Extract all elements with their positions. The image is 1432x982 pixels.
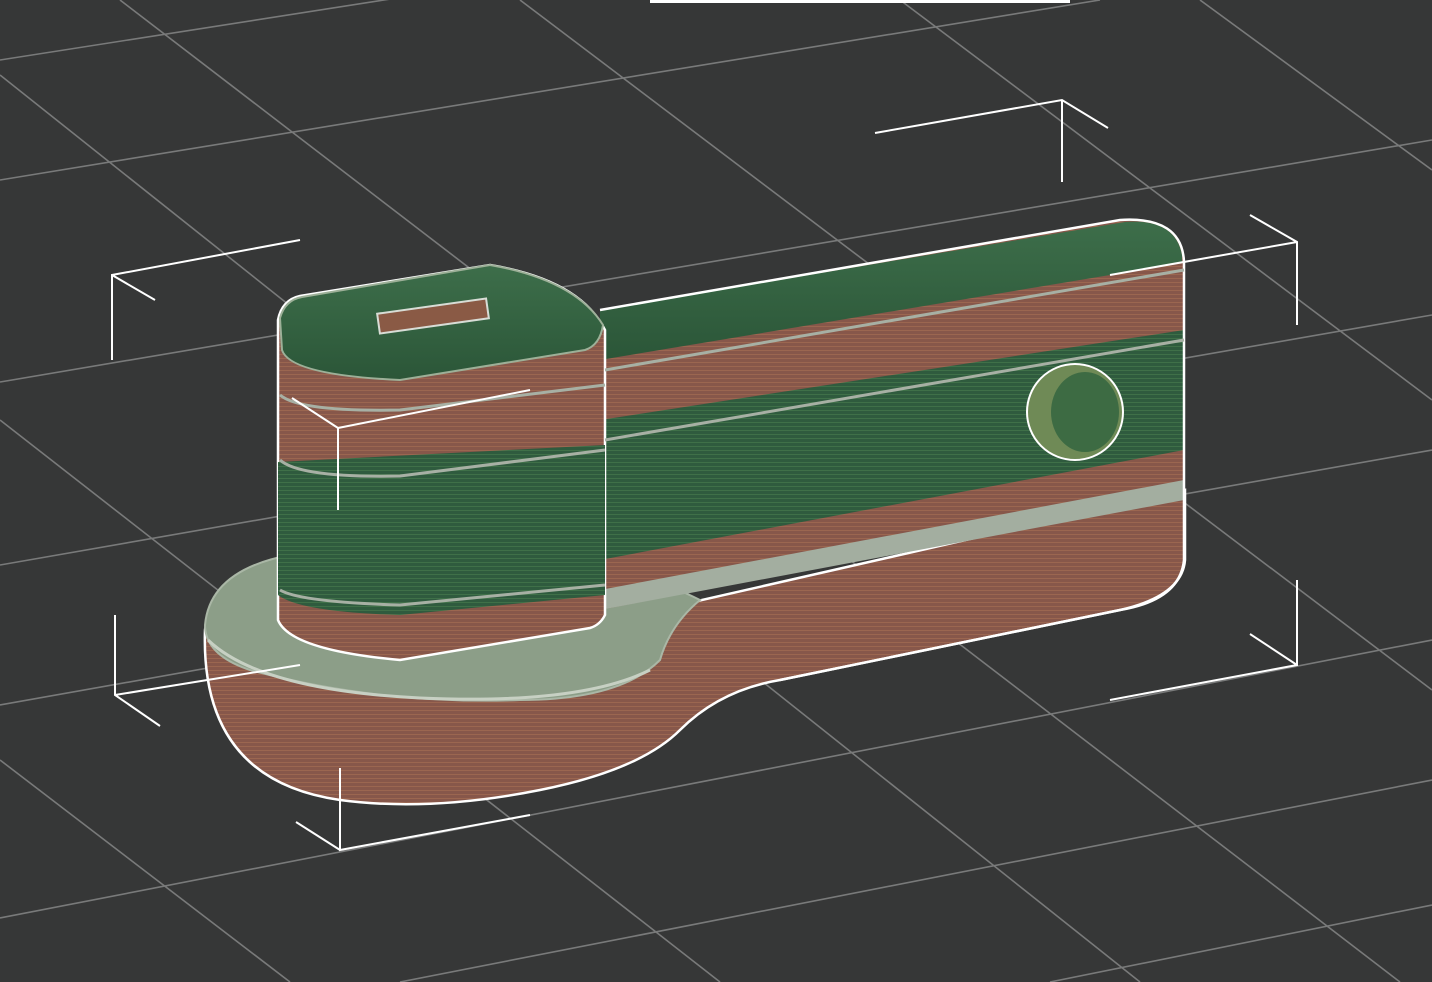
3d-viewport[interactable] [0,0,1432,982]
top-toolbar-edge [650,0,1070,3]
arm-hole-inner [1051,372,1119,452]
